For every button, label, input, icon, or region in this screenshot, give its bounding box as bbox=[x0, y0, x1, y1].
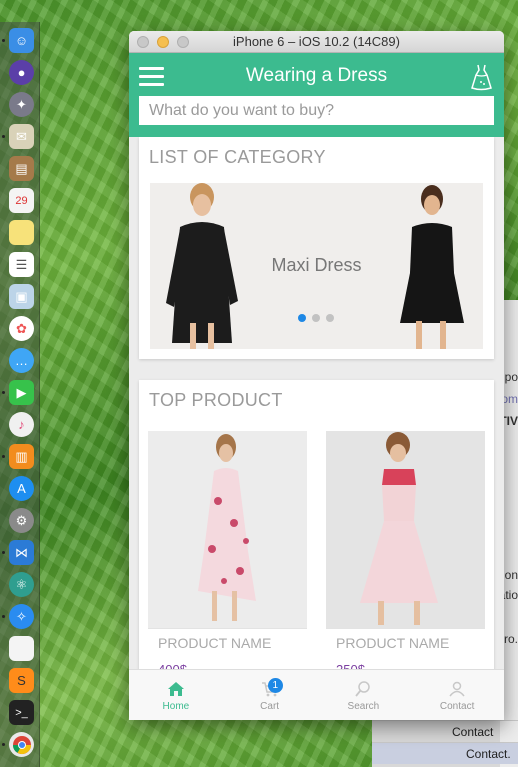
background-row[interactable]: Contact. bbox=[372, 742, 518, 764]
tab-label: Search bbox=[347, 701, 380, 712]
preview-icon[interactable]: ▣ bbox=[9, 284, 34, 309]
app-store-icon[interactable]: A bbox=[9, 476, 34, 501]
tab-search[interactable]: Search bbox=[317, 670, 411, 720]
product-card[interactable]: PRODUCT NAME 400$ bbox=[148, 431, 307, 669]
product-image[interactable] bbox=[326, 431, 485, 628]
category-heading: LIST OF CATEGORY bbox=[149, 147, 326, 167]
finder-icon[interactable]: ☺ bbox=[9, 28, 34, 53]
product-price: 250$ bbox=[326, 658, 485, 669]
product-name: PRODUCT NAME bbox=[148, 628, 307, 658]
atom-icon[interactable]: ⚛ bbox=[9, 572, 34, 597]
background-text: on bbox=[504, 568, 518, 582]
tab-label: Contact bbox=[439, 701, 475, 712]
tab-label: Cart bbox=[260, 701, 280, 712]
carousel-dot[interactable] bbox=[312, 314, 320, 322]
main-content[interactable]: LIST OF CATEGORY Maxi Dress TOP PRODUCT … bbox=[129, 137, 504, 669]
dress-icon[interactable] bbox=[469, 63, 494, 91]
vscode-icon[interactable]: ⋈ bbox=[9, 540, 34, 565]
home-icon bbox=[167, 682, 184, 696]
safari-icon[interactable]: ✧ bbox=[9, 604, 34, 629]
facetime-icon[interactable]: ▶ bbox=[9, 380, 34, 405]
document-icon[interactable] bbox=[9, 636, 34, 661]
search-input[interactable] bbox=[139, 96, 494, 125]
sublime-text-icon[interactable]: S bbox=[9, 668, 34, 693]
messages-icon[interactable]: … bbox=[9, 348, 34, 373]
photos-icon[interactable]: ✿ bbox=[9, 316, 34, 341]
user-icon bbox=[449, 681, 465, 697]
notes-icon[interactable] bbox=[9, 220, 34, 245]
calendar-icon[interactable]: 29 bbox=[9, 188, 34, 213]
ibooks-icon[interactable]: ▥ bbox=[9, 444, 34, 469]
launchpad-icon[interactable]: ✦ bbox=[9, 92, 34, 117]
dock: ☺ ● ✦ ✉ ▤ 29 ☰ ▣ ✿ … ▶ ♪ ▥ A ⚙ ⋈ ⚛ ✧ S >… bbox=[0, 22, 40, 767]
tab-cart[interactable]: Cart 1 bbox=[223, 670, 317, 720]
slide-label: Maxi Dress bbox=[271, 255, 362, 275]
product-card[interactable]: PRODUCT NAME 250$ bbox=[326, 431, 485, 669]
window-titlebar[interactable]: iPhone 6 – iOS 10.2 (14C89) bbox=[129, 31, 504, 53]
contacts-icon[interactable]: ▤ bbox=[9, 156, 34, 181]
top-product-heading: TOP PRODUCT bbox=[149, 390, 283, 410]
siri-icon[interactable]: ● bbox=[9, 60, 34, 85]
tab-contact[interactable]: Contact bbox=[410, 670, 504, 720]
app-header: Wearing a Dress bbox=[129, 53, 504, 137]
product-image[interactable] bbox=[148, 431, 307, 628]
background-text: ro. bbox=[503, 632, 518, 646]
cart-badge: 1 bbox=[267, 678, 283, 693]
product-name: PRODUCT NAME bbox=[326, 628, 485, 658]
terminal-icon[interactable]: >_ bbox=[9, 700, 34, 725]
chrome-icon[interactable] bbox=[9, 732, 34, 757]
tab-label: Home bbox=[162, 701, 190, 712]
top-product-card: TOP PRODUCT PRODUCT NAME 400$ bbox=[139, 380, 494, 669]
system-preferences-icon[interactable]: ⚙ bbox=[9, 508, 34, 533]
product-price: 400$ bbox=[148, 658, 307, 669]
category-card: LIST OF CATEGORY Maxi Dress bbox=[139, 137, 494, 359]
window-title: iPhone 6 – iOS 10.2 (14C89) bbox=[233, 34, 400, 49]
reminders-icon[interactable]: ☰ bbox=[9, 252, 34, 277]
background-row[interactable]: Contact bbox=[372, 720, 518, 742]
carousel-dot[interactable] bbox=[298, 314, 306, 322]
simulator-window: iPhone 6 – iOS 10.2 (14C89) Wearing a Dr… bbox=[129, 31, 504, 720]
category-carousel[interactable]: Maxi Dress bbox=[150, 183, 483, 349]
app-title: Wearing a Dress bbox=[245, 65, 388, 86]
tab-home[interactable]: Home bbox=[129, 670, 223, 720]
carousel-pagination[interactable] bbox=[298, 314, 334, 322]
search-icon bbox=[355, 681, 371, 697]
mail-icon[interactable]: ✉ bbox=[9, 124, 34, 149]
itunes-icon[interactable]: ♪ bbox=[9, 412, 34, 437]
carousel-dot[interactable] bbox=[326, 314, 334, 322]
background-text: po bbox=[504, 370, 518, 384]
tab-bar: Home Cart 1 Search Contact bbox=[129, 669, 504, 720]
